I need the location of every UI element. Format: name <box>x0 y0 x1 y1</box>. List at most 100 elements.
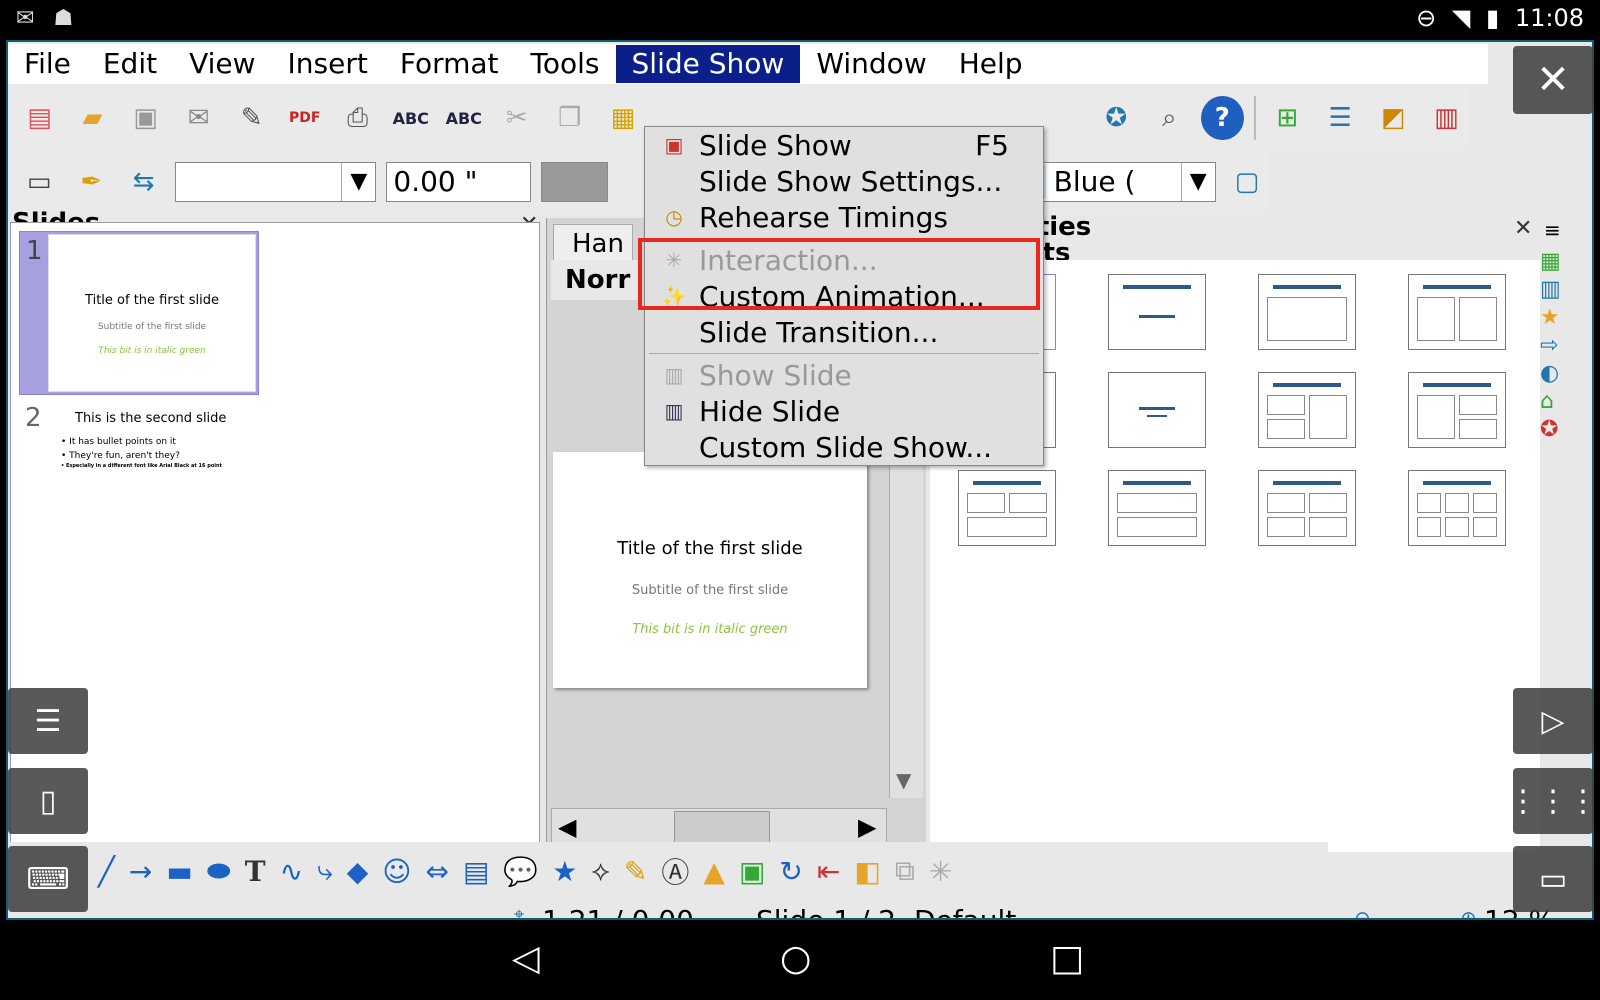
autospell-icon[interactable]: ABC <box>442 96 485 140</box>
text-tool-icon[interactable]: T <box>245 855 266 888</box>
rotate-icon[interactable]: ↻ <box>779 855 802 888</box>
cut-icon[interactable]: ✂ <box>495 96 538 140</box>
menu-edit[interactable]: Edit <box>87 45 173 83</box>
flowchart-icon[interactable]: ▤ <box>463 855 489 888</box>
copy-icon[interactable]: ❐ <box>548 96 591 140</box>
line-width-spinner[interactable]: 0.00 " <box>386 162 531 202</box>
line-tool-icon[interactable]: ╱ <box>98 855 115 888</box>
close-properties-icon[interactable]: ✕ <box>1514 216 1532 241</box>
back-icon[interactable]: ◁ <box>512 938 540 979</box>
horizontal-scrollbar[interactable]: ◀ ▶ <box>551 808 887 846</box>
display-button[interactable]: ▭ <box>1513 846 1593 912</box>
points-icon[interactable]: ⟡ <box>591 854 610 888</box>
zoom-icon[interactable]: ⌕ <box>1148 96 1191 140</box>
email-icon[interactable]: ✉ <box>177 96 220 140</box>
effects-icon[interactable]: ✳ <box>929 855 952 888</box>
scroll-right-icon[interactable]: ▶ <box>858 813 876 841</box>
layout-title-content-2content[interactable] <box>1408 372 1506 448</box>
callouts-icon[interactable]: 💬 <box>503 855 538 888</box>
slide-design-icon[interactable]: ◩ <box>1372 96 1415 140</box>
menu-tools[interactable]: Tools <box>515 45 616 83</box>
navigator-tab-icon[interactable]: ✪ <box>1540 416 1568 444</box>
menu-view[interactable]: View <box>173 45 271 83</box>
extrusion-icon[interactable]: ⧉ <box>895 854 915 888</box>
alignment-icon[interactable]: ⇤ <box>817 855 840 888</box>
transition-tab-icon[interactable]: ◐ <box>1540 360 1568 388</box>
line-color-select[interactable] <box>540 162 609 202</box>
layouts-tab-icon[interactable]: ▥ <box>1540 276 1568 304</box>
zoom-out-icon[interactable]: ⊖ <box>1354 906 1371 918</box>
new-slide-icon[interactable]: ⊞ <box>1266 96 1309 140</box>
keyboard-button[interactable]: ⌨ <box>8 846 88 912</box>
help-icon[interactable]: ? <box>1200 96 1244 140</box>
zoom-in-icon[interactable]: ⊕ <box>1460 906 1477 918</box>
scroll-down-icon[interactable]: ▼ <box>896 768 911 792</box>
slide-layout-icon[interactable]: ☰ <box>1319 96 1362 140</box>
line-icon[interactable]: ✒ <box>70 160 112 204</box>
sidebar-menu-icon[interactable]: ≡ <box>1544 218 1561 242</box>
print-icon[interactable]: ⎙ <box>336 96 379 140</box>
menuitem-custom-slide-show[interactable]: Custom Slide Show... <box>645 429 1043 465</box>
menu-insert[interactable]: Insert <box>272 45 384 83</box>
glue-points-icon[interactable]: ✎ <box>624 855 647 888</box>
tab-handout[interactable]: Han <box>553 224 633 262</box>
layout-two-content[interactable] <box>1408 274 1506 350</box>
arrow-style-icon[interactable]: ⇆ <box>122 160 164 204</box>
menu-format[interactable]: Format <box>384 45 515 83</box>
fontwork-icon[interactable]: Ⓐ <box>661 851 689 891</box>
menuitem-slide-show[interactable]: ▣ Slide Show F5 <box>645 127 1043 163</box>
menu-slide-show[interactable]: Slide Show <box>615 45 801 83</box>
layout-title-content[interactable] <box>1258 274 1356 350</box>
menuitem-rehearse-timings[interactable]: ◷ Rehearse Timings <box>645 199 1043 235</box>
layout-centered-text[interactable] <box>1108 372 1206 448</box>
arrow-line-icon[interactable]: → <box>129 855 152 888</box>
slide-thumb-2[interactable]: 2 This is the second slide • It has bull… <box>19 403 259 503</box>
shadow-icon[interactable]: ▢ <box>1226 160 1268 204</box>
start-presentation-icon[interactable]: ▥ <box>1425 96 1468 140</box>
layout-title-content[interactable] <box>1108 274 1206 350</box>
gallery-tab-icon[interactable]: ⌂ <box>1540 388 1568 416</box>
recents-icon[interactable]: □ <box>1050 938 1084 979</box>
open-folder-icon[interactable]: ▰ <box>71 96 114 140</box>
menu-file[interactable]: File <box>8 45 87 83</box>
scroll-left-icon[interactable]: ◀ <box>558 813 576 841</box>
menu-window[interactable]: Window <box>800 45 942 83</box>
tab-normal[interactable]: Norr <box>551 260 641 300</box>
save-icon[interactable]: ▣ <box>124 96 167 140</box>
menu-help[interactable]: Help <box>943 45 1039 83</box>
menuitem-slide-transition[interactable]: Slide Transition... <box>645 314 1043 350</box>
spellcheck-icon[interactable]: ABC <box>389 96 432 140</box>
layout-2content-over-content[interactable] <box>958 470 1056 546</box>
document-view-button[interactable]: ☰ <box>8 688 88 754</box>
stars-icon[interactable]: ★ <box>552 855 577 888</box>
basic-shapes-icon[interactable]: ◆ <box>347 855 369 888</box>
keypad-button[interactable]: ⋮⋮⋮ <box>1508 768 1598 834</box>
navigator-icon[interactable]: ✪ <box>1095 96 1138 140</box>
properties-tab-icon[interactable]: ▦ <box>1540 248 1568 276</box>
connector-icon[interactable]: ⤷ <box>317 854 333 888</box>
slide-thumb-1-selected[interactable]: 1 Title of the first slide Subtitle of t… <box>19 231 259 395</box>
home-icon[interactable]: ○ <box>780 938 811 979</box>
layout-title-2content-content[interactable] <box>1258 372 1356 448</box>
menuitem-hide-slide[interactable]: ▥ Hide Slide <box>645 393 1043 429</box>
scroll-thumb[interactable] <box>674 811 770 843</box>
symbol-shapes-icon[interactable]: ☺ <box>382 855 411 888</box>
paste-icon[interactable]: ▦ <box>601 96 644 140</box>
close-app-button[interactable]: ✕ <box>1513 46 1593 114</box>
menuitem-show-slide[interactable]: ▥ Show Slide <box>645 357 1043 393</box>
arrange-icon[interactable]: ◧ <box>854 855 880 888</box>
rectangle-icon[interactable]: ▬ <box>166 855 192 888</box>
menuitem-slide-show-settings[interactable]: Slide Show Settings... <box>645 163 1043 199</box>
edit-file-icon[interactable]: ✎ <box>230 96 273 140</box>
styles-tab-icon[interactable]: ★ <box>1540 304 1568 332</box>
layout-6content[interactable] <box>1408 470 1506 546</box>
line-style-select[interactable]: ▼ <box>174 162 377 202</box>
mouse-mode-button[interactable]: ▯ <box>8 768 88 834</box>
block-arrows-icon[interactable]: ⇔ <box>425 855 448 888</box>
animation-tab-icon[interactable]: ⇨ <box>1540 332 1568 360</box>
play-presentation-button[interactable]: ▷ <box>1513 688 1593 754</box>
export-pdf-icon[interactable]: PDF <box>283 96 326 140</box>
layout-4content[interactable] <box>1258 470 1356 546</box>
layout-content-over-content[interactable] <box>1108 470 1206 546</box>
styles-icon[interactable]: ▭ <box>18 160 60 204</box>
